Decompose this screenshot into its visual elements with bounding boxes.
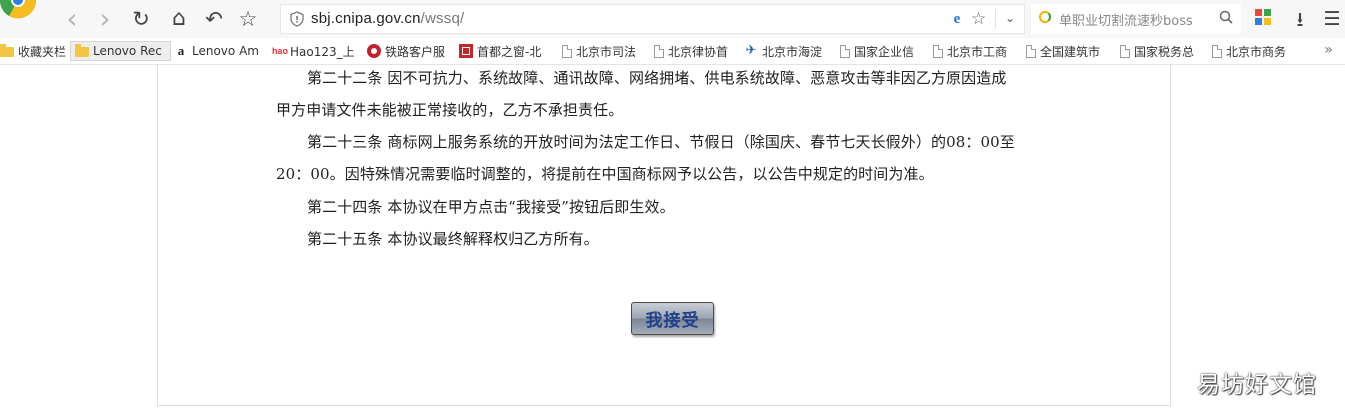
reload-icon: ↻	[132, 6, 150, 31]
bookmark-label: Lenovo Rec	[93, 44, 162, 58]
undo-icon: ↶	[205, 6, 223, 31]
page-icon	[1212, 44, 1222, 58]
bookmark-star-icon[interactable]: ☆	[971, 9, 986, 29]
page-icon	[1026, 44, 1036, 58]
bookmark-lenovo-am[interactable]: a Lenovo Am	[174, 41, 259, 61]
bookmark-label: 北京市司法	[576, 44, 637, 59]
page-icon	[933, 44, 943, 58]
shield-icon	[290, 11, 304, 27]
bookmark-construction[interactable]: 全国建筑市	[1026, 41, 1100, 61]
address-divider	[995, 9, 996, 29]
hao123-icon: hao	[272, 46, 289, 56]
article-22-line-1: 第二十二条 因不可抗力、系统故障、通讯故障、网络拥堵、供电系统故障、恶意攻击等非…	[307, 69, 1007, 87]
forward-icon: ›	[99, 2, 111, 35]
bookmark-label: 北京市商务	[1226, 44, 1287, 59]
address-bar[interactable]: sbj.cnipa.gov.cn/wssq/ e ☆ ⌄	[280, 4, 1025, 34]
page-icon	[1120, 44, 1130, 58]
bookmarks-overflow-icon[interactable]: »	[1324, 42, 1333, 58]
article-23-line-1: 第二十三条 商标网上服务系统的开放时间为法定工作日、节假日（除国庆、春节七天长假…	[307, 133, 1015, 151]
compat-mode-icon[interactable]: e	[949, 11, 965, 27]
bookmark-tax-bureau[interactable]: 国家税务总	[1120, 41, 1194, 61]
folder-icon	[75, 44, 89, 57]
bookmark-label: 国家企业信	[854, 44, 915, 59]
chevron-down-icon[interactable]: ⌄	[1005, 11, 1015, 25]
favorite-star-icon: ☆	[238, 6, 258, 31]
railway-icon	[367, 44, 381, 58]
bookmark-beijing-lawyers[interactable]: 北京律协首	[654, 41, 728, 61]
bookmark-label: 国家税务总	[1134, 44, 1195, 59]
page-icon	[840, 44, 850, 58]
amazon-icon: a	[177, 43, 185, 58]
article-23-line-2: 20：00。因特殊情况需要临时调整的，将提前在中国商标网予以公告，以公告中规定的…	[276, 165, 934, 183]
search-input[interactable]: 单职业切割流速秒boss	[1059, 10, 1193, 29]
browser-toolbar: ‹ › ↻ ⌂ ↶ ☆ sbj.cnipa.gov.cn/wssq/ e ☆ ⌄…	[0, 0, 1345, 39]
folder-icon	[0, 44, 14, 57]
reload-button[interactable]: ↻	[129, 7, 153, 31]
bookmark-railway[interactable]: 铁路客户服	[367, 41, 445, 61]
watermark-text: 易坊好文馆	[1197, 372, 1317, 398]
bookmark-haidian[interactable]: ✈ 北京市海淀	[744, 41, 822, 61]
article-25: 第二十五条 本协议最终解释权归乙方所有。	[307, 230, 599, 248]
bookmark-label: 全国建筑市	[1040, 44, 1101, 59]
bookmark-label: 首都之窗-北	[477, 44, 542, 59]
bookmark-beijing-aic[interactable]: 北京市工商	[933, 41, 1007, 61]
menu-icon: ☰	[1323, 7, 1341, 30]
bookmark-label: 铁路客户服	[385, 44, 446, 59]
download-icon: ⭳	[1296, 7, 1304, 31]
url-path: /wssq/	[420, 10, 465, 27]
article-22-line-2: 甲方申请文件未能被正常接收的，乙方不承担责任。	[276, 101, 624, 119]
back-icon: ‹	[66, 2, 78, 35]
back-button[interactable]: ‹	[60, 2, 84, 35]
bookmark-hao123[interactable]: hao Hao123_上	[272, 41, 355, 61]
bookmark-capital-window[interactable]: 首都之窗-北	[459, 41, 541, 61]
bookmark-enterprise-info[interactable]: 国家企业信	[840, 41, 914, 61]
bookmark-favorites-bar[interactable]: 收藏夹栏	[0, 41, 66, 61]
bookmark-label: 北京市海淀	[762, 44, 823, 59]
favorites-button[interactable]: ☆	[236, 7, 260, 31]
bookmark-label: 北京律协首	[668, 44, 729, 59]
bookmarks-bar: 收藏夹栏 Lenovo Rec a Lenovo Am hao Hao123_上…	[0, 38, 1345, 65]
bookmark-label: 收藏夹栏	[18, 44, 67, 59]
address-url[interactable]: sbj.cnipa.gov.cn/wssq/	[311, 10, 464, 27]
apps-grid-icon[interactable]	[1255, 9, 1273, 27]
url-host: sbj.cnipa.gov.cn	[311, 10, 421, 27]
page-icon	[654, 44, 664, 58]
home-button[interactable]: ⌂	[167, 7, 191, 31]
bookmark-beijing-commerce[interactable]: 北京市商务	[1212, 41, 1286, 61]
accept-button[interactable]: 我接受	[631, 302, 714, 335]
haidian-icon: ✈	[745, 43, 757, 58]
bookmark-lenovo-rec[interactable]: Lenovo Rec	[70, 41, 171, 61]
bookmark-label: Lenovo Am	[192, 44, 259, 58]
browser-logo-icon	[0, 0, 37, 19]
bookmark-label: 北京市工商	[947, 44, 1008, 59]
article-24: 第二十四条 本协议在甲方点击“我接受”按钮后即生效。	[307, 198, 675, 216]
capital-icon	[459, 44, 473, 58]
bookmark-beijing-justice[interactable]: 北京市司法	[562, 41, 636, 61]
page-icon	[562, 44, 572, 58]
menu-button[interactable]: ☰	[1320, 7, 1344, 31]
download-button[interactable]: ⭳	[1288, 7, 1312, 31]
search-box[interactable]: 单职业切割流速秒boss	[1031, 4, 1241, 34]
undo-close-button[interactable]: ↶	[202, 7, 226, 31]
bookmark-label: Hao123_上	[290, 44, 355, 59]
search-icon[interactable]	[1219, 10, 1233, 24]
forward-button[interactable]: ›	[93, 2, 117, 35]
home-icon: ⌂	[172, 6, 186, 31]
search-engine-icon	[1039, 11, 1051, 23]
